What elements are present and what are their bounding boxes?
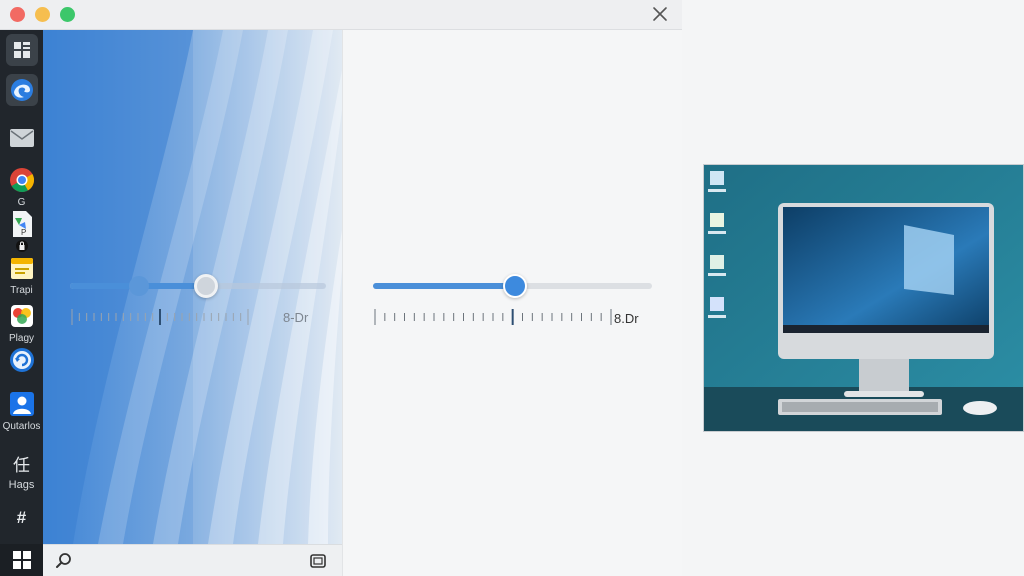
- sidebar-item-hashtag[interactable]: #: [0, 506, 43, 530]
- sidebar-item-photos[interactable]: Plagy: [0, 300, 43, 344]
- sidebar-item-refresh[interactable]: [0, 344, 43, 376]
- sidebar-item-label: Qutarlos: [2, 421, 41, 432]
- right-content-panel: 8.Dr: [342, 30, 682, 576]
- document-icon: P: [6, 208, 38, 240]
- hashtag-icon: #: [16, 508, 27, 527]
- grid-app-icon: [5, 34, 38, 66]
- edge-browser-icon: [5, 74, 38, 106]
- screenshot-icon[interactable]: [309, 552, 327, 570]
- right-slider[interactable]: [373, 274, 652, 298]
- sidebar-item-mail[interactable]: [0, 122, 43, 154]
- desktop-screenshot-thumbnail[interactable]: [703, 164, 1024, 432]
- sidebar: G P Trapi Plagy Qutarlos 任 Hags #: [0, 30, 43, 576]
- left-slider-readout: 8-Dr: [283, 310, 309, 325]
- window-minimize-button[interactable]: [35, 7, 50, 22]
- sidebar-item-label: G: [17, 197, 26, 208]
- window-close-button[interactable]: [10, 7, 25, 22]
- svg-text:P: P: [21, 228, 26, 237]
- sidebar-item-document[interactable]: P: [0, 208, 43, 258]
- right-slider-ticks: [374, 309, 612, 325]
- search-icon[interactable]: [55, 552, 73, 570]
- start-button[interactable]: [0, 544, 43, 576]
- notes-icon: [6, 252, 38, 284]
- sidebar-item-grid[interactable]: [0, 34, 43, 66]
- sidebar-item-label: Hags: [8, 479, 35, 491]
- left-slider[interactable]: [70, 274, 326, 298]
- lock-icon: [15, 240, 28, 252]
- slider-thumb[interactable]: [194, 274, 218, 298]
- photos-icon: [6, 300, 38, 332]
- sidebar-item-label: Plagy: [8, 333, 34, 344]
- chrome-icon: [6, 164, 38, 196]
- kanji-app-icon: 任: [13, 456, 30, 475]
- right-slider-readout: 8.Dr: [614, 311, 639, 326]
- sidebar-item-label: Trapi: [10, 285, 33, 296]
- sidebar-item-contacts[interactable]: Qutarlos: [0, 388, 43, 432]
- sidebar-item-notes[interactable]: Trapi: [0, 252, 43, 296]
- refresh-app-icon: [6, 344, 38, 376]
- close-icon[interactable]: [650, 4, 670, 24]
- window-maximize-button[interactable]: [60, 7, 75, 22]
- sidebar-item-edge[interactable]: [0, 74, 43, 106]
- slider-fill: [373, 283, 515, 289]
- slider-secondary-marker[interactable]: [129, 276, 149, 296]
- slider-thumb[interactable]: [503, 274, 527, 298]
- sidebar-item-chrome[interactable]: G: [0, 164, 43, 208]
- desktop-computer-image: [704, 165, 1023, 431]
- sidebar-item-kanji[interactable]: 任 Hags: [0, 454, 43, 491]
- mail-icon: [6, 122, 38, 154]
- left-preview-panel: 8-Dr: [43, 30, 342, 544]
- left-panel-footer: [43, 544, 342, 576]
- windows-logo-icon: [12, 551, 31, 569]
- contacts-icon: [6, 388, 38, 420]
- title-bar: [0, 0, 682, 30]
